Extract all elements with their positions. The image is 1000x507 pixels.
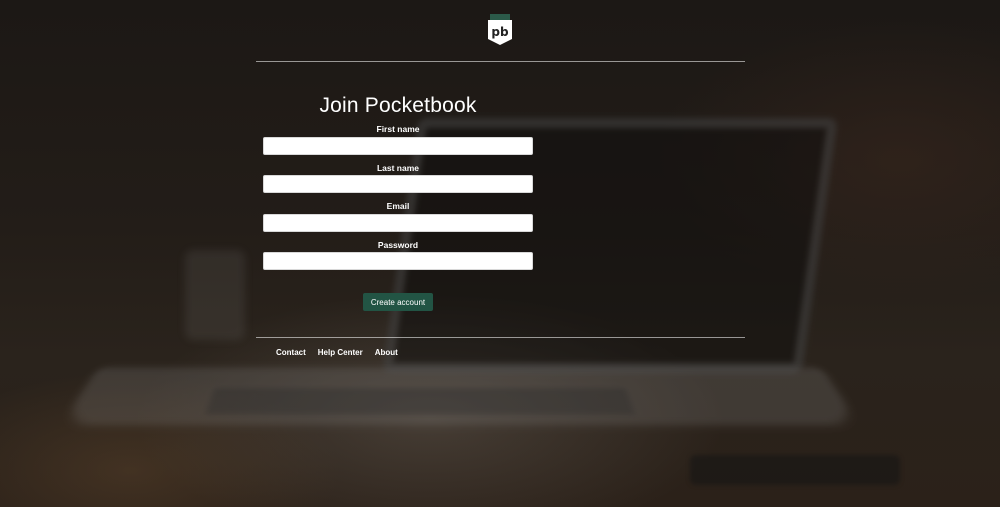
last-name-label: Last name: [376, 163, 420, 173]
footer-link-help-center[interactable]: Help Center: [318, 348, 363, 357]
last-name-field[interactable]: [263, 175, 533, 193]
pocketbook-logo-icon: pb: [488, 14, 512, 45]
footer-divider: [256, 337, 745, 338]
header-divider: [256, 61, 745, 62]
page-title: Join Pocketbook: [319, 94, 477, 117]
first-name-field[interactable]: [263, 137, 533, 155]
footer-link-contact[interactable]: Contact: [276, 348, 306, 357]
first-name-label: First name: [376, 124, 420, 134]
email-label: Email: [386, 201, 410, 211]
logo-text: pb: [491, 25, 509, 39]
password-field[interactable]: [263, 252, 533, 270]
footer-link-about[interactable]: About: [375, 348, 398, 357]
footer-nav: Contact Help Center About: [276, 348, 398, 357]
email-field[interactable]: [263, 214, 533, 232]
page-content: pb Join Pocketbook First name Last name …: [0, 0, 1000, 507]
password-label: Password: [377, 240, 419, 250]
pocketbook-logo[interactable]: pb: [487, 14, 513, 46]
create-account-button[interactable]: Create account: [363, 293, 433, 311]
